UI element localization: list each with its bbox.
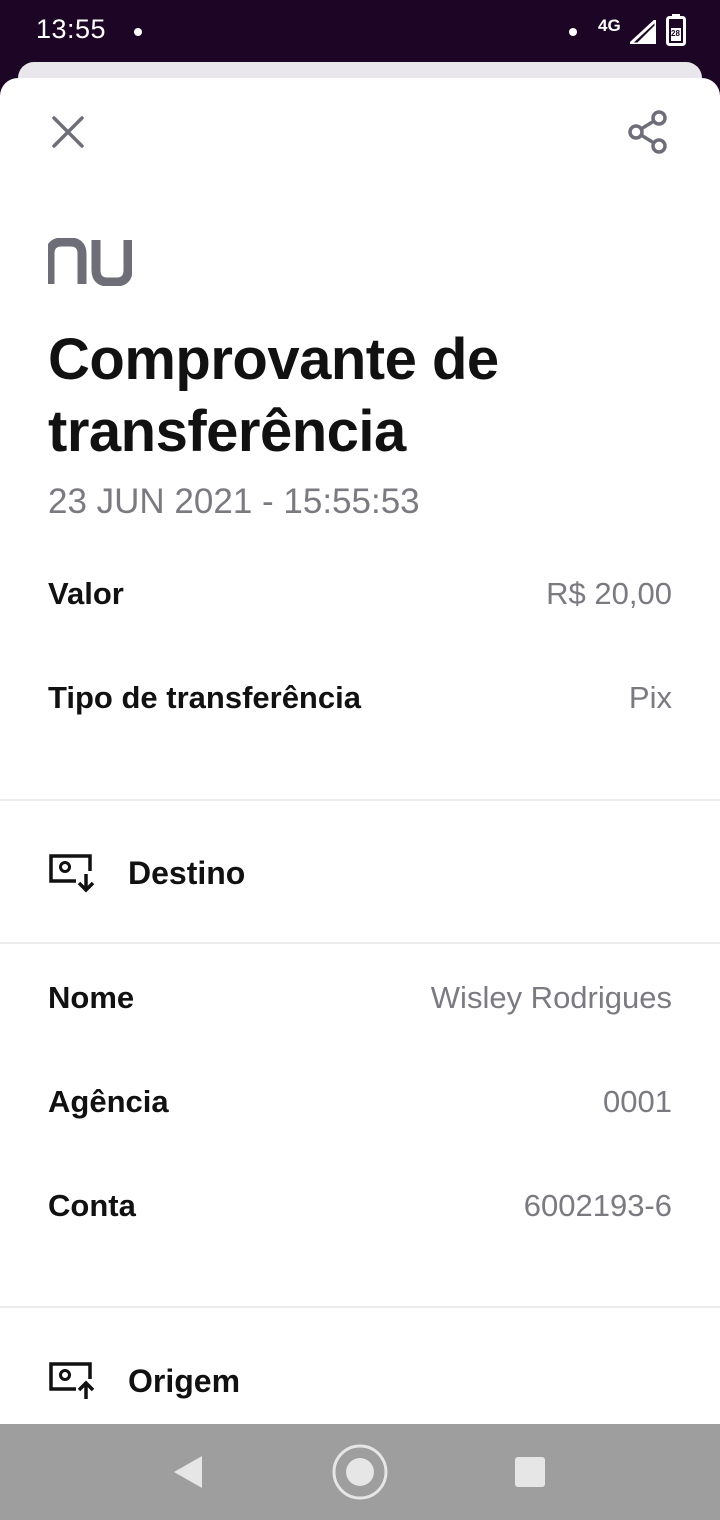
destino-section-header: Destino: [48, 845, 245, 901]
conta-label: Conta: [48, 1188, 136, 1223]
close-button[interactable]: [40, 104, 96, 160]
home-button[interactable]: [330, 1442, 390, 1502]
transaction-datetime: 23 JUN 2021 - 15:55:53: [48, 482, 420, 521]
nome-label: Nome: [48, 980, 135, 1015]
nome-row: Nome Wisley Rodrigues: [48, 973, 672, 1023]
tipo-row: Tipo de transferência Pix: [48, 673, 672, 723]
divider: [0, 799, 720, 801]
origem-section-label: Origem: [128, 1362, 241, 1399]
page-title: Comprovante de transferência: [48, 327, 499, 464]
back-button[interactable]: [158, 1442, 218, 1502]
notification-dot-icon: [569, 28, 577, 36]
account-upload-icon: [49, 1362, 94, 1399]
battery-level: 28: [671, 29, 680, 38]
nome-value: Wisley Rodrigues: [430, 980, 672, 1015]
conta-row: Conta 6002193-6: [48, 1181, 672, 1231]
agencia-label: Agência: [48, 1084, 169, 1119]
status-time: 13:55: [36, 14, 107, 44]
notification-dot-icon: [134, 28, 142, 36]
divider: [0, 1306, 720, 1308]
back-triangle-icon: [174, 1456, 202, 1488]
destino-section-label: Destino: [128, 854, 246, 891]
home-circle-icon: [332, 1444, 388, 1500]
tipo-label: Tipo de transferência: [48, 680, 361, 715]
receipt-sheet: Comprovante de transferência 23 JUN 2021…: [0, 78, 720, 1424]
share-icon: [628, 110, 667, 154]
origem-section-header: Origem: [48, 1353, 240, 1409]
close-icon: [52, 116, 84, 148]
system-navigation-bar: [0, 1424, 720, 1520]
share-button[interactable]: [620, 104, 676, 160]
divider: [0, 942, 720, 944]
signal-icon: [630, 20, 656, 44]
agencia-row: Agência 0001: [48, 1077, 672, 1127]
tipo-value: Pix: [628, 680, 672, 715]
conta-value: 6002193-6: [523, 1188, 672, 1223]
recents-square-icon: [515, 1457, 545, 1487]
recents-button[interactable]: [500, 1442, 560, 1502]
account-download-icon: [49, 854, 94, 893]
nu-logo: [48, 238, 132, 286]
agencia-value: 0001: [603, 1084, 672, 1119]
valor-label: Valor: [48, 576, 124, 611]
status-bar: 13:55 4G 28: [0, 0, 720, 64]
valor-row: Valor R$ 20,00: [48, 569, 672, 619]
valor-value: R$ 20,00: [546, 576, 672, 611]
network-type-label: 4G: [598, 16, 621, 35]
